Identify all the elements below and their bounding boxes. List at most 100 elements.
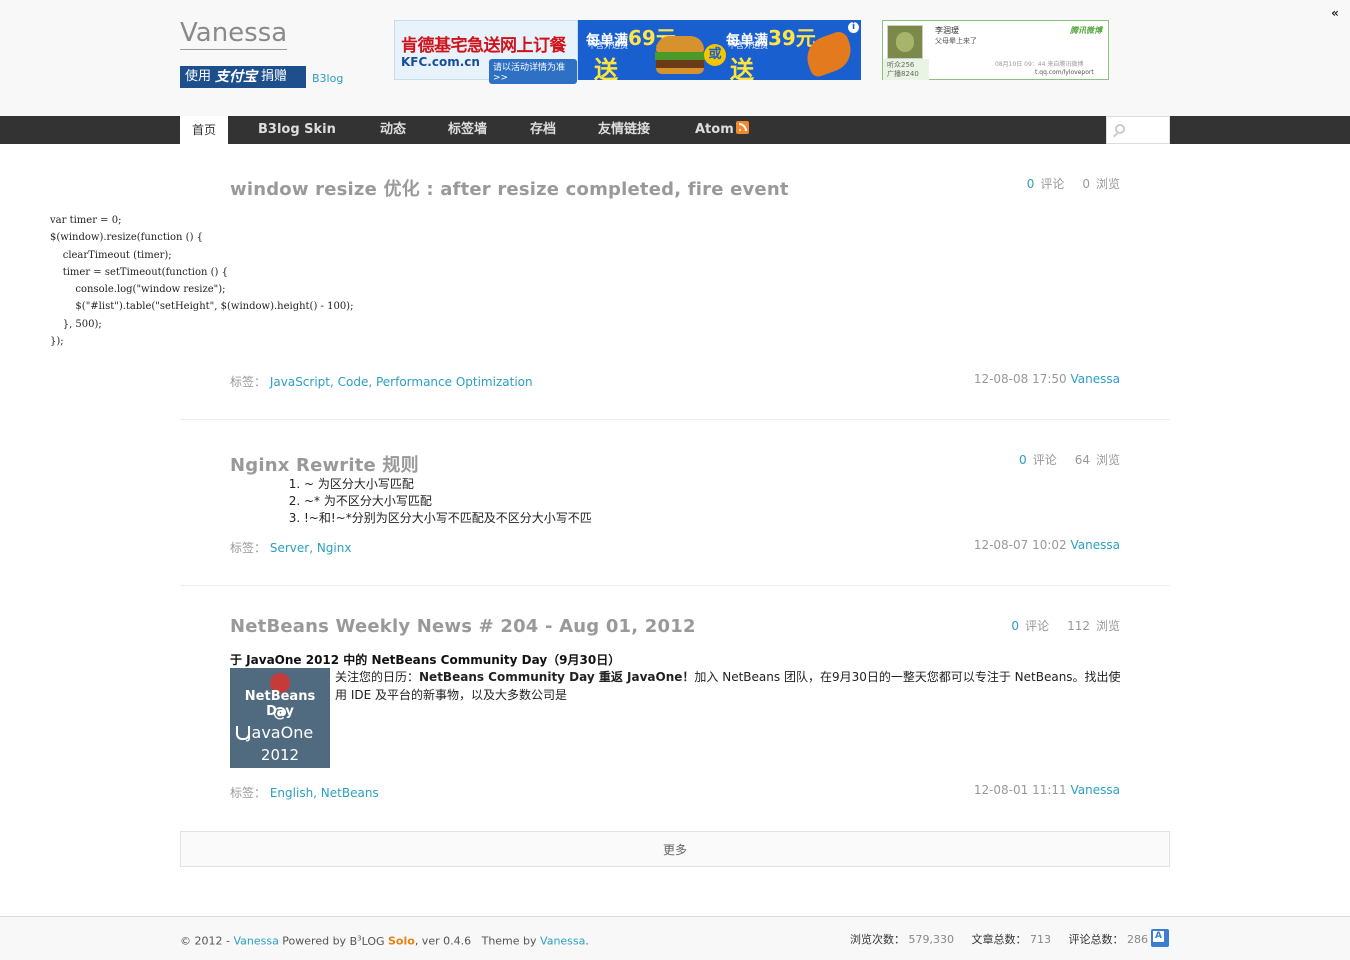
article-stats: 0 评论 0 浏览 [1027,175,1120,192]
article-tags: 标签： Server, Nginx [230,539,351,556]
summary-bold: NetBeans Community Day 重返 JavaOne！ [419,670,695,684]
views-label: 浏览 [1095,453,1120,467]
weibo-status: 父母晕上来了 [935,37,977,45]
collapse-icon[interactable]: « [1328,6,1342,20]
nav-tag-wall[interactable]: 标签墙 [448,116,487,144]
kfc-ad-banner[interactable]: 肯德基宅急送网上订餐 KFC.com.cn 请以活动详情为准>> 每单满69元 … [394,20,861,84]
article-stats: 0 评论 112 浏览 [1011,617,1120,634]
article-title[interactable]: NetBeans Weekly News # 204 - Aug 01, 201… [230,616,696,637]
article-title[interactable]: window resize 优化 : after resize complete… [230,175,789,201]
stat-value: 579,330 [908,933,955,946]
burger-image [655,36,705,74]
weibo-fans: 听众256 [887,61,915,69]
view-count: 112 [1067,619,1090,633]
nav-atom-label: Atom [695,122,734,137]
article-date: 12-08-07 10:02 [973,538,1067,552]
stat-value: 286 [1127,933,1148,946]
comments-label: 评论 [1025,619,1050,633]
weibo-time: 08月10日 09：44 来自腾讯微博 [995,61,1084,68]
b3log-logo-link[interactable]: B3LOG [350,934,385,948]
weibo-logo: 腾讯微博 [1070,26,1102,35]
nav-atom[interactable]: Atom [695,116,749,144]
kfc-ad-right: 每单满69元 不含外送费 送 或 每单满39元 不含外送费 送 i [578,20,861,80]
tags-label: 标签： [230,375,267,389]
stat-value: 713 [1030,933,1051,946]
kfc-or-badge: 或 [704,44,726,66]
code-block: var timer = 0; $(window).resize(function… [50,215,354,348]
article-date: 12-08-08 17:50 [973,372,1067,386]
article-author[interactable]: Vanessa [1071,372,1120,386]
comments-label: 评论 [1040,177,1065,191]
image-text: 2012 [260,746,300,764]
view-count: 0 [1082,177,1090,191]
site-title[interactable]: Vanessa [180,18,288,50]
ad-info-icon[interactable]: i [848,22,859,33]
rss-icon [735,121,749,134]
kfc-ad-url: KFC.com.cn [401,55,480,69]
tag-links[interactable]: English, NetBeans [270,786,379,800]
tencent-weibo-widget[interactable]: 李涸瑷 父母晕上来了 腾讯微博 听众256 广播8240 08月10日 09：4… [882,20,1109,80]
list-item: ~* 为不区分大小写匹配 [304,493,592,510]
list-item: ~ 为区分大小写匹配 [304,476,592,493]
weibo-broadcast: 广播8240 [887,70,919,78]
kfc-deal-1-song: 送 [594,56,618,80]
search-input[interactable] [1129,117,1169,143]
weibo-user-name[interactable]: 李涸瑷 [935,25,959,36]
comment-count[interactable]: 0 [1011,619,1019,633]
comments-label: 评论 [1032,453,1057,467]
header: Vanessa 使用 支付宝 捐赠 B3log 肯德基宅急送网上订餐 KFC.c… [0,0,1350,116]
more-button[interactable]: 更多 [180,831,1170,867]
comment-count[interactable]: 0 [1027,177,1035,191]
netbeans-day-image: NetBeans Day @ JavaOne 2012 [230,668,330,768]
article-author[interactable]: Vanessa [1071,783,1120,797]
kfc-ad-brand: 肯德基宅急送网上订餐 [401,36,567,56]
search-icon[interactable] [1115,124,1125,134]
nav-archive[interactable]: 存档 [530,116,556,144]
weibo-avatar[interactable] [887,25,923,59]
theme-by-text: Theme by [481,934,541,948]
summary-prefix: 关注您的日历： [335,670,420,684]
article-tags: 标签： JavaScript, Code, Performance Optimi… [230,373,533,390]
search-box [1106,116,1170,144]
article-title[interactable]: Nginx Rewrite 规则 [230,451,419,477]
weibo-url[interactable]: t.qq.com/lyloveport [1035,69,1094,76]
kfc-ad-note: 请以活动详情为准>> [489,59,577,84]
footer: © 2012 - Vanessa Powered by B3LOG Solo, … [0,916,1350,960]
nav-b3log-skin[interactable]: B3log Skin [258,116,336,144]
article-subheading: 于 JavaOne 2012 中的 NetBeans Community Day… [230,653,621,667]
alipay-donate-label: 捐赠 [261,69,288,84]
article-meta: 12-08-07 10:02 Vanessa [974,538,1120,552]
nav-links[interactable]: 友情链接 [598,116,650,144]
article-date: 12-08-01 11:11 [973,783,1067,797]
article-divider [180,419,1170,420]
comment-count[interactable]: 0 [1019,453,1027,467]
translate-icon[interactable] [1151,929,1169,947]
article-divider [180,585,1170,586]
footer-credits: © 2012 - Vanessa Powered by B3LOG Solo, … [180,934,589,948]
alipay-use-label: 使用 [185,69,212,84]
alipay-donate-button[interactable]: 使用 支付宝 捐赠 [180,66,306,88]
nav-home[interactable]: 首页 [180,116,228,144]
footer-author-link[interactable]: Vanessa [233,935,278,948]
article-author[interactable]: Vanessa [1071,538,1120,552]
tags-label: 标签： [230,541,267,555]
tag-links[interactable]: Server, Nginx [270,541,352,555]
solo-link[interactable]: Solo [388,935,415,948]
copyright-text: © 2012 - [180,934,234,948]
article-stats: 0 评论 64 浏览 [1019,451,1120,468]
article-meta: 12-08-08 17:50 Vanessa [974,372,1120,386]
alipay-logo: 支付宝 [215,69,258,85]
theme-author-link[interactable]: Vanessa [540,935,585,948]
weibo-counts: 听众256 广播8240 [887,61,919,79]
article-meta: 12-08-01 11:11 Vanessa [974,783,1120,797]
kfc-ad-left: 肯德基宅急送网上订餐 KFC.com.cn 请以活动详情为准>> [394,20,578,84]
footer-stats: 浏览次数： 579,330 文章总数： 713 评论总数： 286 [850,931,1148,947]
list-item: !~和!~*分别为区分大小写不匹配及不区分大小写不匹 [304,510,592,527]
view-count: 64 [1074,453,1090,467]
b3log-link[interactable]: B3log [312,72,343,85]
article-tags: 标签： English, NetBeans [230,784,379,801]
powered-by-text: Powered by [278,934,350,948]
nav-activity[interactable]: 动态 [380,116,406,144]
tag-links[interactable]: JavaScript, Code, Performance Optimizati… [270,375,533,389]
stat-label: 文章总数： [971,933,1027,946]
